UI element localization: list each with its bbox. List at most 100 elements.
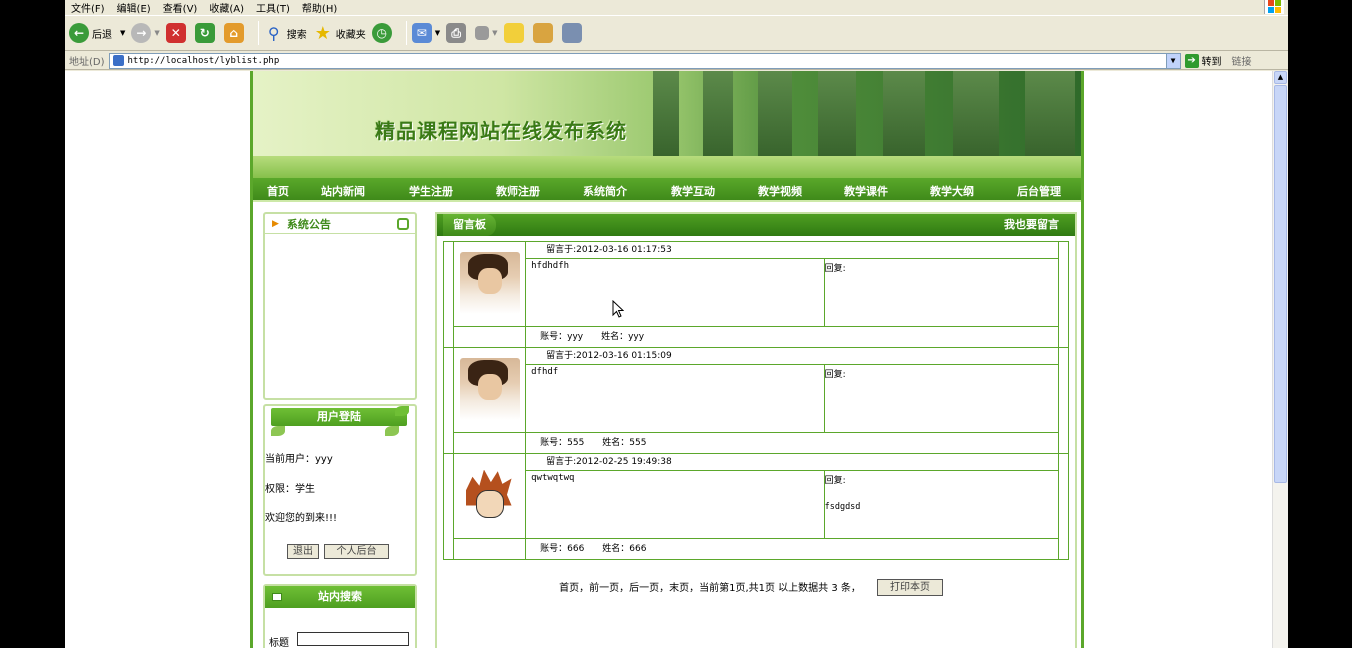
nav-syllabus[interactable]: 教学大纲 (930, 183, 974, 199)
research-button[interactable] (532, 23, 556, 43)
board-title: 留言板 (443, 214, 496, 236)
scrollbar-thumb[interactable] (1274, 85, 1287, 483)
toolbar-separator (405, 21, 407, 45)
refresh-button[interactable]: ↻ (194, 23, 218, 43)
scroll-up-icon[interactable]: ▲ (1274, 71, 1287, 84)
toolbar-separator (257, 21, 259, 45)
nav-admin[interactable]: 后台管理 (1017, 183, 1061, 199)
pagination: 首页，前一页，后一页，末页，当前第1页,共1页 以上数据共 3 条， (437, 579, 1075, 594)
reply-text: fsdgdsd (824, 502, 861, 512)
login-title: 用户登陆 (271, 408, 407, 426)
message-meta-row: 留言于:2012-02-25 19:49:38 (442, 453, 1070, 560)
nav-student-register[interactable]: 学生注册 (409, 183, 453, 199)
banner-grass (253, 156, 1081, 178)
forward-button[interactable]: → ▼ (131, 23, 160, 43)
message-body-row: hfdhdfh 回复: (444, 258, 1069, 327)
avatar-cell (453, 347, 527, 433)
message-content: dfhdf (525, 364, 825, 433)
nav-home[interactable]: 首页 (267, 183, 289, 199)
menu-favorites[interactable]: 收藏(A) (203, 0, 250, 15)
message-author: 账号：yyy 姓名：yyy (525, 326, 1059, 348)
back-arrow-icon: ← (69, 23, 89, 43)
messenger-button[interactable] (561, 23, 585, 43)
board-header: 留言板 我也要留言 (437, 214, 1075, 236)
message-body-row: dfhdf 回复: (444, 364, 1069, 433)
printer-icon: ⎙ (446, 23, 467, 43)
table-cell (1057, 347, 1070, 454)
search-button[interactable]: ⚲ 搜索 (264, 23, 307, 43)
back-button[interactable]: ← 后退 ▼ (69, 23, 125, 43)
table-cell (453, 432, 527, 454)
message-footer-row: 账号：yyy 姓名：yyy (444, 326, 1069, 348)
address-url: http://localhost/lyblist.php (127, 55, 280, 66)
dropdown-arrow-icon: ▼ (154, 29, 160, 37)
history-button[interactable]: ◷ (371, 23, 395, 43)
notes-button[interactable] (503, 23, 527, 43)
nav-courseware[interactable]: 教学课件 (844, 183, 888, 199)
windows-logo-icon (1264, 0, 1284, 14)
search-label: 搜索 (286, 29, 307, 41)
boy-photo-avatar (459, 357, 520, 420)
print-button[interactable]: ⎙ (446, 23, 469, 43)
nav-teacher-register[interactable]: 教师注册 (496, 183, 540, 199)
forward-arrow-icon: → (131, 23, 152, 43)
message-meta-row: 留言于:2012-03-16 01:15:09 (442, 347, 1070, 454)
leaf-icon (271, 426, 285, 436)
nav-interaction[interactable]: 教学互动 (671, 183, 715, 199)
message-footer-row: 账号：555 姓名：555 (444, 432, 1069, 454)
site-title: 精品课程网站在线发布系统 (375, 119, 627, 143)
messenger-icon (561, 23, 582, 43)
dropdown-arrow-icon: ▼ (434, 29, 441, 37)
mail-button[interactable]: ✉ ▼ (411, 23, 441, 43)
address-input[interactable]: http://localhost/lyblist.php ▼ (108, 52, 1181, 69)
nav-video[interactable]: 教学视频 (758, 183, 802, 199)
personal-center-button[interactable]: 个人后台 (324, 544, 389, 559)
edit-button[interactable]: ▼ (475, 26, 498, 40)
message-content: hfdhdfh (525, 258, 825, 327)
menu-file[interactable]: 文件(F) (65, 0, 111, 15)
note-icon (503, 23, 524, 43)
browser-toolbar: ← 后退 ▼ → ▼ ✕ ↻ ⌂ ⚲ 搜索 ★ 收藏夹 ◷ ✉ ▼ ⎙ ▼ (65, 15, 1288, 51)
notice-panel: ▶ 系统公告 (263, 212, 417, 400)
nav-about[interactable]: 系统简介 (583, 183, 627, 199)
nav-news[interactable]: 站内新闻 (321, 183, 365, 199)
notice-header: ▶ 系统公告 (265, 214, 415, 234)
home-button[interactable]: ⌂ (223, 23, 247, 43)
browser-window: 文件(F) 编辑(E) 查看(V) 收藏(A) 工具(T) 帮助(H) ← 后退… (65, 0, 1288, 648)
links-label[interactable]: 链接 (1232, 53, 1252, 68)
go-button[interactable]: ➔ 转到 (1184, 53, 1222, 68)
favorites-button[interactable]: ★ 收藏夹 (313, 23, 366, 44)
favorites-label: 收藏夹 (335, 29, 366, 41)
search-title: 站内搜索 (318, 590, 362, 603)
go-arrow-icon: ➔ (1184, 53, 1199, 68)
search-header: 站内搜索 (265, 586, 415, 608)
menu-tools[interactable]: 工具(T) (250, 0, 296, 15)
message-date: 留言于:2012-03-16 01:17:53 (525, 241, 1059, 259)
menu-view[interactable]: 查看(V) (157, 0, 204, 15)
login-header: 用户登陆 (265, 406, 415, 440)
vertical-scrollbar[interactable]: ▲ (1272, 71, 1288, 648)
reply-cell: 回复: (823, 258, 1059, 327)
role-text: 权限：学生 (265, 484, 315, 495)
welcome-text: 欢迎您的到来!!! (265, 513, 338, 524)
search-input[interactable] (297, 632, 409, 646)
address-dropdown-icon[interactable]: ▼ (1165, 53, 1180, 68)
leaf-icon (395, 406, 409, 416)
menu-edit[interactable]: 编辑(E) (111, 0, 157, 15)
more-icon[interactable] (397, 218, 409, 230)
arrow-right-icon: ▶ (272, 218, 279, 229)
table-cell (1057, 453, 1070, 560)
leaf-icon (385, 426, 399, 436)
menu-help[interactable]: 帮助(H) (296, 0, 343, 15)
site-banner: 精品课程网站在线发布系统 (253, 71, 1081, 178)
pagination-text[interactable]: 首页，前一页，后一页，末页，当前第1页,共1页 以上数据共 3 条， (559, 579, 861, 594)
stop-icon: ✕ (165, 23, 186, 43)
message-board: 留言板 我也要留言 留言于:2012-03-16 01:17:53 hfdhdf… (435, 212, 1077, 648)
print-page-button[interactable]: 打印本页 (877, 579, 943, 596)
table-cell (442, 347, 455, 454)
stop-button[interactable]: ✕ (165, 23, 189, 43)
main-nav: 首页 站内新闻 学生注册 教师注册 系统简介 教学互动 教学视频 教学课件 教学… (253, 178, 1081, 202)
logout-button[interactable]: 退出 (287, 544, 319, 559)
post-message-link[interactable]: 我也要留言 (1004, 214, 1069, 236)
table-cell (1057, 241, 1070, 348)
